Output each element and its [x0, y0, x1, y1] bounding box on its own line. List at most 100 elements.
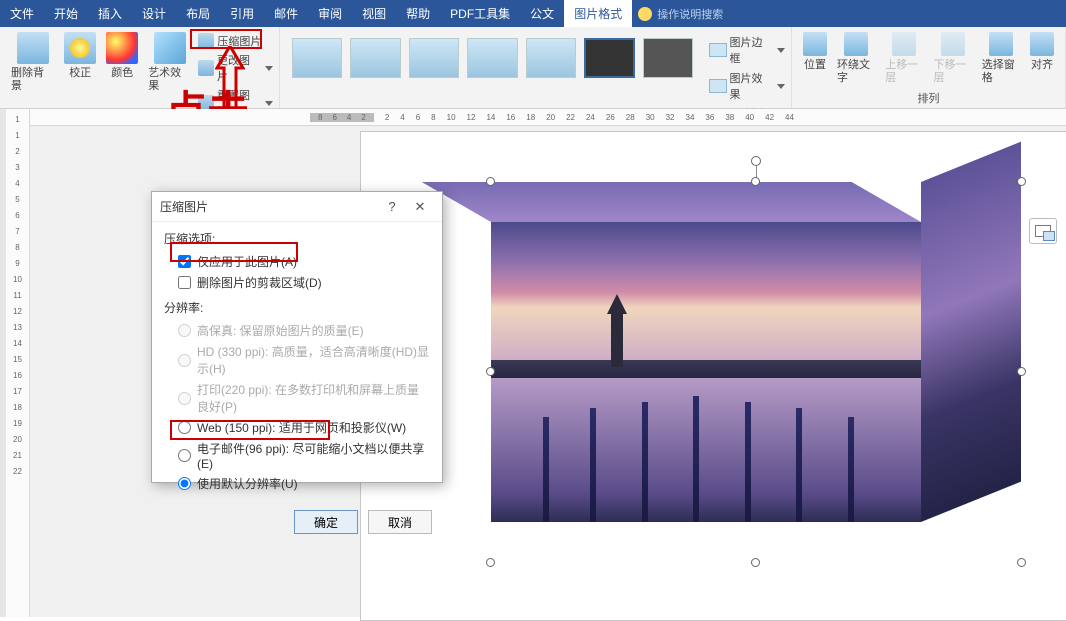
ruler-tick: 2 [385, 113, 389, 122]
style-thumb[interactable] [350, 38, 400, 78]
ruler-tick: 24 [586, 113, 595, 122]
change-picture-button[interactable]: 更改图片 [198, 52, 273, 84]
delete-crop-label: 删除图片的剪裁区域(D) [197, 274, 322, 291]
picture-styles-gallery[interactable] [286, 30, 699, 78]
ribbon-group-adjust: 删除背景 校正 颜色 艺术效果 压缩图片 更改图片 重置图片 调整 [0, 27, 280, 108]
ruler-tick: 2 [6, 147, 29, 156]
style-thumb-selected[interactable] [584, 38, 634, 78]
ruler-tick: 14 [486, 113, 495, 122]
selection-pane-button[interactable]: 选择窗格 [977, 30, 1025, 87]
dialog-title: 压缩图片 [160, 198, 378, 215]
ruler-tick: 8 [431, 113, 435, 122]
menu-layout[interactable]: 布局 [176, 0, 220, 27]
remove-bg-label: 删除背景 [11, 67, 54, 93]
menu-ref[interactable]: 引用 [220, 0, 264, 27]
picture-effects-button[interactable]: 图片效果 [709, 70, 785, 102]
dialog-titlebar[interactable]: 压缩图片 ? ✕ [152, 192, 442, 222]
menu-gongwen[interactable]: 公文 [520, 0, 564, 27]
send-backward-button[interactable]: 下移一层 [929, 30, 977, 87]
tell-me[interactable]: 操作说明搜索 [638, 6, 723, 22]
compress-picture-dialog: 压缩图片 ? ✕ 压缩选项: 仅应用于此图片(A) 删除图片的剪裁区域(D) 分… [151, 191, 443, 483]
style-thumb[interactable] [526, 38, 576, 78]
menu-design[interactable]: 设计 [132, 0, 176, 27]
resolution-email-radio[interactable]: 电子邮件(96 ppi): 尽可能缩小文档以便共享(E) [178, 440, 430, 471]
ruler-tick: 30 [646, 113, 655, 122]
resize-handle[interactable] [751, 177, 760, 186]
dialog-help-button[interactable]: ? [378, 199, 406, 214]
resize-handle[interactable] [1017, 177, 1026, 186]
menu-help[interactable]: 帮助 [396, 0, 440, 27]
wrap-text-button[interactable]: 环绕文字 [832, 30, 880, 87]
selected-picture[interactable] [491, 182, 1021, 562]
position-label: 位置 [804, 59, 826, 72]
dialog-close-button[interactable]: ✕ [406, 199, 434, 215]
layout-options-button[interactable] [1029, 218, 1057, 244]
ruler-tick: 32 [666, 113, 675, 122]
ruler-tick: 28 [626, 113, 635, 122]
border-icon [709, 43, 726, 57]
ruler-tick: 12 [6, 307, 29, 316]
align-button[interactable]: 对齐 [1025, 30, 1059, 74]
horizontal-ruler: 8642246810121416182022242628303234363840… [30, 109, 1066, 126]
corrections-button[interactable]: 校正 [59, 30, 101, 82]
menu-view[interactable]: 视图 [352, 0, 396, 27]
menu-file[interactable]: 文件 [0, 0, 44, 27]
email-label: 电子邮件(96 ppi): 尽可能缩小文档以便共享(E) [197, 440, 430, 471]
bring-forward-button[interactable]: 上移一层 [880, 30, 928, 87]
menu-start[interactable]: 开始 [44, 0, 88, 27]
resize-handle[interactable] [486, 177, 495, 186]
apply-only-this-picture-checkbox[interactable]: 仅应用于此图片(A) [178, 253, 430, 270]
rotate-handle[interactable] [751, 156, 761, 166]
chevron-down-icon [265, 101, 273, 106]
ruler-tick: 20 [6, 435, 29, 444]
delete-cropped-areas-checkbox[interactable]: 删除图片的剪裁区域(D) [178, 274, 430, 291]
resize-handle[interactable] [751, 558, 760, 567]
menu-pdf[interactable]: PDF工具集 [440, 0, 520, 27]
resolution-hd-radio: HD (330 ppi): 高质量，适合高清晰度(HD)显示(H) [178, 343, 430, 377]
compression-options-label: 压缩选项: [164, 230, 430, 247]
ribbon: 删除背景 校正 颜色 艺术效果 压缩图片 更改图片 重置图片 调整 [0, 27, 1066, 109]
ruler-tick: 18 [6, 403, 29, 412]
selection-label: 选择窗格 [982, 59, 1020, 85]
border-label: 图片边框 [730, 34, 772, 66]
hifi-label: 高保真: 保留原始图片的质量(E) [197, 322, 364, 339]
ruler-tick: 21 [6, 451, 29, 460]
cancel-button[interactable]: 取消 [368, 510, 432, 534]
artistic-effects-button[interactable]: 艺术效果 [143, 30, 196, 95]
ruler-tick: 26 [606, 113, 615, 122]
picture-border-button[interactable]: 图片边框 [709, 34, 785, 66]
vertical-ruler: 112345678910111213141516171819202122 [6, 109, 30, 617]
style-thumb[interactable] [292, 38, 342, 78]
ruler-tick: 1 [6, 131, 29, 140]
page [360, 131, 1066, 621]
resize-handle[interactable] [486, 367, 495, 376]
resolution-web-radio[interactable]: Web (150 ppi): 适用于网页和投影仪(W) [178, 419, 430, 436]
ruler-tick: 4 [400, 113, 404, 122]
ruler-tick: 44 [785, 113, 794, 122]
position-button[interactable]: 位置 [798, 30, 832, 74]
resize-handle[interactable] [486, 558, 495, 567]
artistic-label: 艺术效果 [148, 67, 191, 93]
ruler-tick: 8 [6, 243, 29, 252]
menu-mail[interactable]: 邮件 [264, 0, 308, 27]
ruler-tick: 1 [6, 115, 29, 124]
remove-background-button[interactable]: 删除背景 [6, 30, 59, 95]
chevron-down-icon [777, 48, 785, 53]
resize-handle[interactable] [1017, 558, 1026, 567]
compress-picture-button[interactable]: 压缩图片 [198, 33, 273, 49]
color-button[interactable]: 颜色 [101, 30, 143, 82]
ok-button[interactable]: 确定 [294, 510, 358, 534]
menu-picture-format[interactable]: 图片格式 [564, 0, 632, 27]
forward-label: 上移一层 [885, 59, 923, 85]
resize-handle[interactable] [1017, 367, 1026, 376]
ruler-tick: 6 [6, 211, 29, 220]
resolution-default-radio[interactable]: 使用默认分辨率(U) [178, 475, 430, 492]
menu-review[interactable]: 审阅 [308, 0, 352, 27]
ruler-tick: 9 [6, 259, 29, 268]
style-thumb[interactable] [409, 38, 459, 78]
ruler-tick: 11 [6, 291, 29, 300]
style-thumb[interactable] [467, 38, 517, 78]
style-thumb[interactable] [643, 38, 693, 78]
resolution-label: 分辨率: [164, 299, 430, 316]
menu-insert[interactable]: 插入 [88, 0, 132, 27]
